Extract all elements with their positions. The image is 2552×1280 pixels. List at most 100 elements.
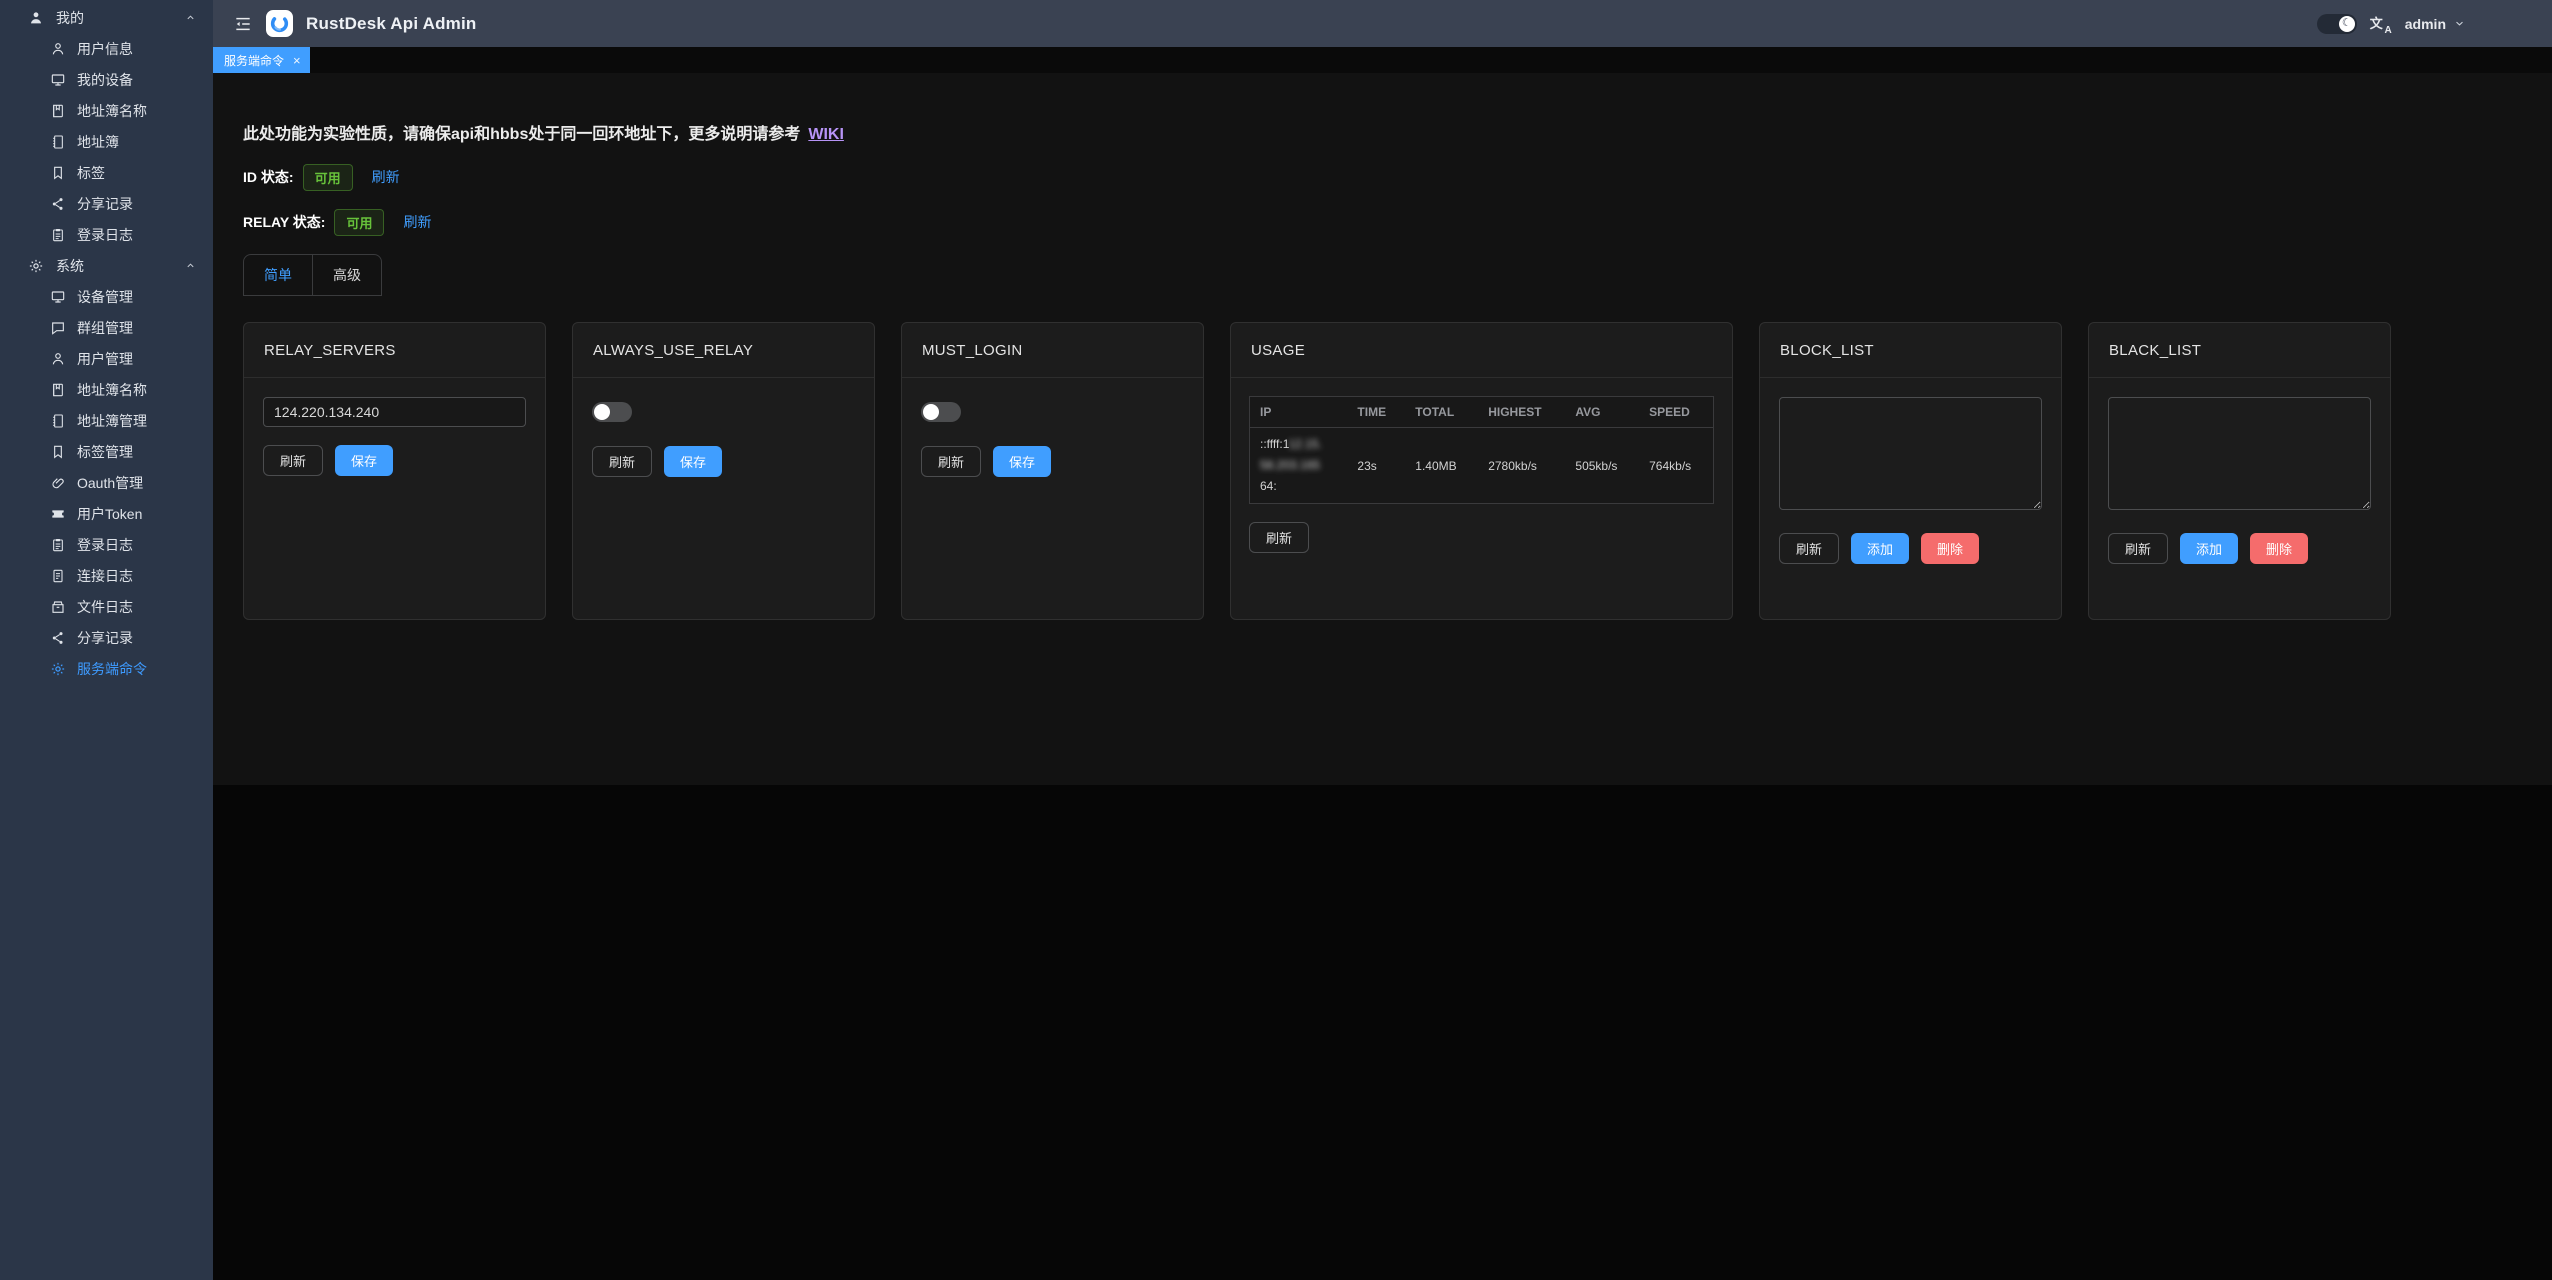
tab-advanced[interactable]: 高级 <box>312 254 382 296</box>
must-login-toggle[interactable] <box>921 402 961 422</box>
always-use-relay-toggle[interactable] <box>592 402 632 422</box>
save-button[interactable]: 保存 <box>993 446 1051 477</box>
sidebar-item[interactable]: 地址簿 <box>0 126 213 157</box>
sidebar-item[interactable]: 标签 <box>0 157 213 188</box>
refresh-button[interactable]: 刷新 <box>2108 533 2168 564</box>
share-icon <box>50 196 66 212</box>
delete-button[interactable]: 删除 <box>2250 533 2308 564</box>
user-fill-icon <box>28 10 44 26</box>
tab-server-command[interactable]: 服务端命令 × <box>213 47 310 73</box>
card-title: BLOCK_LIST <box>1760 323 2061 378</box>
chevron-up-icon <box>184 11 197 24</box>
dark-mode-toggle[interactable]: ☾ <box>2317 14 2357 34</box>
sidebar-item[interactable]: 文件日志 <box>0 591 213 622</box>
bookmark-icon <box>50 165 66 181</box>
sidebar-group-0[interactable]: 我的 <box>0 2 213 33</box>
sidebar-group-1[interactable]: 系统 <box>0 250 213 281</box>
sidebar-item-label: 文件日志 <box>77 597 133 617</box>
card-title: BLACK_LIST <box>2089 323 2390 378</box>
wiki-link[interactable]: WIKI <box>808 126 844 143</box>
sidebar-item[interactable]: 分享记录 <box>0 622 213 653</box>
relay-refresh-link[interactable]: 刷新 <box>403 212 431 232</box>
sidebar-item[interactable]: 地址簿管理 <box>0 405 213 436</box>
page-content: 此处功能为实验性质，请确保api和hbbs处于同一回环地址下，更多说明请参考WI… <box>213 73 2552 785</box>
sidebar-item[interactable]: Oauth管理 <box>0 467 213 498</box>
user-menu[interactable]: admin <box>2405 16 2466 32</box>
settings-cards: RELAY_SERVERS 刷新 保存 ALWAYS_USE_RELAY <box>243 322 2522 620</box>
sidebar-nav: 我的用户信息我的设备地址簿名称地址簿标签分享记录登录日志系统设备管理群组管理用户… <box>0 0 213 684</box>
table-row: ::ffff:112.15. 58.203.165 64: 23s 1.40MB… <box>1250 428 1714 504</box>
sidebar-item-label: 地址簿名称 <box>77 380 147 400</box>
tab-bar: 服务端命令 × <box>213 47 2552 73</box>
col-ip: IP <box>1250 397 1348 428</box>
sidebar-item[interactable]: 地址簿名称 <box>0 374 213 405</box>
sidebar-item[interactable]: 标签管理 <box>0 436 213 467</box>
sidebar-item[interactable]: 用户信息 <box>0 33 213 64</box>
sidebar-item-label: Oauth管理 <box>77 473 143 493</box>
header: RustDesk Api Admin ☾ 文A admin <box>213 0 2552 47</box>
sidebar-item[interactable]: 分享记录 <box>0 188 213 219</box>
sidebar-item-label: 地址簿名称 <box>77 101 147 121</box>
close-icon[interactable]: × <box>293 54 301 67</box>
sidebar-item[interactable]: 登录日志 <box>0 219 213 250</box>
bookmark-icon <box>50 444 66 460</box>
card-title: USAGE <box>1231 323 1732 378</box>
box-icon <box>50 599 66 615</box>
sidebar-item[interactable]: 服务端命令 <box>0 653 213 684</box>
sidebar-item[interactable]: 我的设备 <box>0 64 213 95</box>
col-speed: SPEED <box>1639 397 1713 428</box>
refresh-button[interactable]: 刷新 <box>592 446 652 477</box>
relay-status-label: RELAY 状态: <box>243 212 325 232</box>
refresh-button[interactable]: 刷新 <box>1779 533 1839 564</box>
sidebar-item-label: 登录日志 <box>77 225 133 245</box>
notebook-icon <box>50 413 66 429</box>
relay-status-row: RELAY 状态: 可用 刷新 <box>243 210 2522 234</box>
monitor-icon <box>50 289 66 305</box>
sidebar-item[interactable]: 连接日志 <box>0 560 213 591</box>
monitor-icon <box>50 72 66 88</box>
tab-simple[interactable]: 简单 <box>243 254 313 296</box>
card-title: ALWAYS_USE_RELAY <box>573 323 874 378</box>
refresh-button[interactable]: 刷新 <box>1249 522 1309 553</box>
card-usage: USAGE IP TIME TOTAL HIGHEST AVG SPEE <box>1230 322 1733 620</box>
block-list-textarea[interactable] <box>1779 397 2042 510</box>
sidebar-item[interactable]: 用户管理 <box>0 343 213 374</box>
censored-text: 58.203.165 <box>1260 458 1320 472</box>
sidebar-item-label: 标签管理 <box>77 442 133 462</box>
card-block-list: BLOCK_LIST 刷新 添加 删除 <box>1759 322 2062 620</box>
user-icon <box>50 41 66 57</box>
notice-text: 此处功能为实验性质，请确保api和hbbs处于同一回环地址下，更多说明请参考WI… <box>243 120 2522 144</box>
sidebar-item-label: 标签 <box>77 163 105 183</box>
black-list-textarea[interactable] <box>2108 397 2371 510</box>
relay-status-badge: 可用 <box>334 209 384 236</box>
sidebar-item[interactable]: 地址簿名称 <box>0 95 213 126</box>
rustdesk-logo <box>266 10 293 37</box>
save-button[interactable]: 保存 <box>664 446 722 477</box>
delete-button[interactable]: 删除 <box>1921 533 1979 564</box>
sidebar-item[interactable]: 用户Token <box>0 498 213 529</box>
refresh-button[interactable]: 刷新 <box>263 445 323 476</box>
language-icon[interactable]: 文A <box>2370 14 2392 34</box>
usage-avg: 505kb/s <box>1565 428 1639 504</box>
ticket-icon <box>50 506 66 522</box>
user-icon <box>50 351 66 367</box>
sidebar-item-label: 登录日志 <box>77 535 133 555</box>
chat-icon <box>50 320 66 336</box>
add-button[interactable]: 添加 <box>1851 533 1909 564</box>
sidebar-item-label: 分享记录 <box>77 194 133 214</box>
save-button[interactable]: 保存 <box>335 445 393 476</box>
relay-servers-input[interactable] <box>263 397 526 427</box>
id-refresh-link[interactable]: 刷新 <box>372 167 400 187</box>
sidebar-item[interactable]: 群组管理 <box>0 312 213 343</box>
add-button[interactable]: 添加 <box>2180 533 2238 564</box>
sidebar-item[interactable]: 设备管理 <box>0 281 213 312</box>
usage-table: IP TIME TOTAL HIGHEST AVG SPEED <box>1249 396 1714 504</box>
sidebar-item-label: 地址簿 <box>77 132 119 152</box>
sidebar: 我的用户信息我的设备地址簿名称地址簿标签分享记录登录日志系统设备管理群组管理用户… <box>0 0 213 1280</box>
refresh-button[interactable]: 刷新 <box>921 446 981 477</box>
doc-icon <box>50 568 66 584</box>
sidebar-item[interactable]: 登录日志 <box>0 529 213 560</box>
collapse-sidebar-icon[interactable] <box>233 14 253 34</box>
gear-icon <box>50 661 66 677</box>
sidebar-item-label: 连接日志 <box>77 566 133 586</box>
